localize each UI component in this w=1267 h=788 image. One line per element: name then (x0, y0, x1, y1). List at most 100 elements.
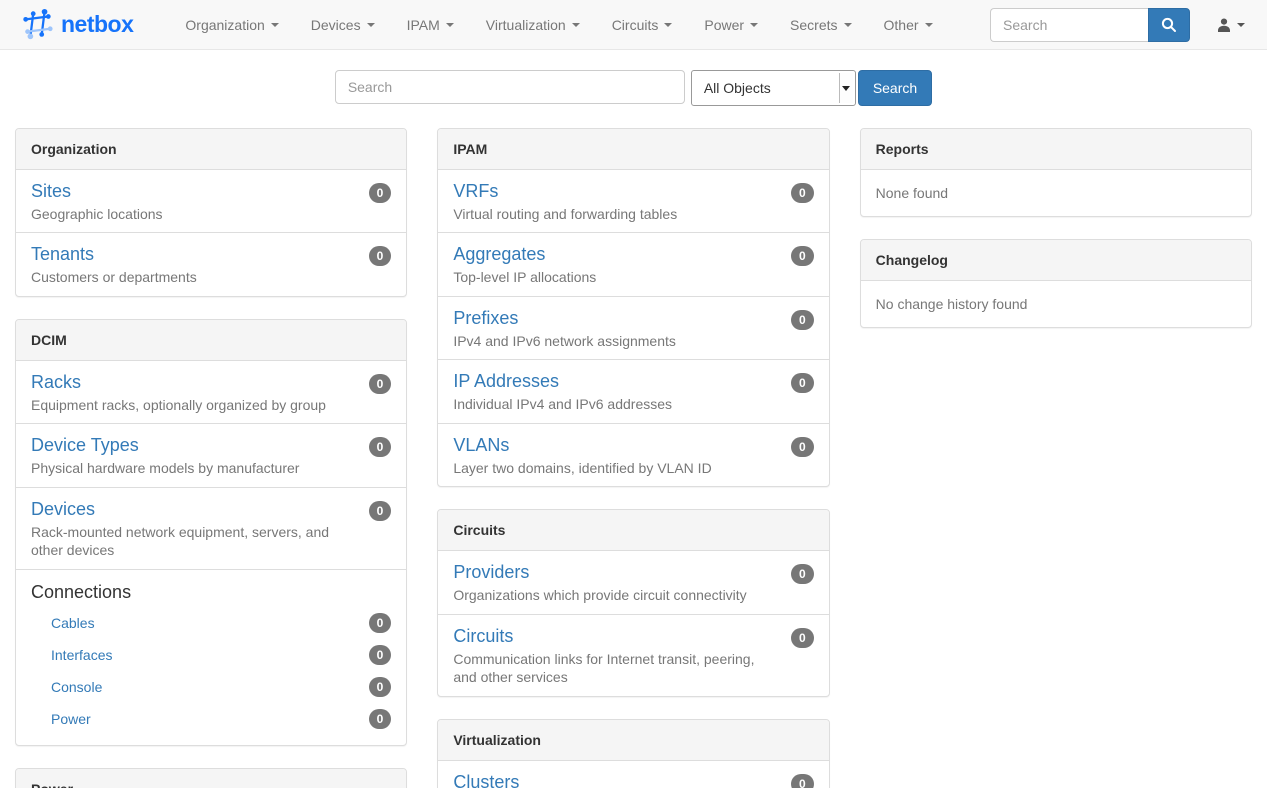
navbar-search-button[interactable] (1148, 8, 1190, 42)
device-types-link[interactable]: Device Types (31, 435, 139, 456)
top-navbar: netbox Organization Devices IPAM Virtual… (0, 0, 1267, 50)
object-type-select[interactable]: All Objects (691, 70, 856, 106)
panel-organization: Organization Sites 0 Geographic location… (15, 128, 407, 297)
main-menu: Organization Devices IPAM Virtualization… (169, 0, 948, 49)
item-description: Rack-mounted network equipment, servers,… (31, 523, 351, 560)
list-item-ip-addresses: IP Addresses 0 Individual IPv4 and IPv6 … (438, 359, 828, 422)
select-arrow-icon (839, 73, 853, 103)
chevron-down-icon (367, 23, 375, 27)
list-item-vlans: VLANs 0 Layer two domains, identified by… (438, 423, 828, 486)
panel-virtualization: Virtualization Clusters 0 (437, 719, 829, 788)
interfaces-link[interactable]: Interfaces (51, 647, 112, 663)
count-badge: 0 (369, 613, 392, 633)
user-menu[interactable] (1206, 17, 1255, 33)
list-item-cables: Cables 0 (16, 607, 406, 639)
user-icon (1216, 17, 1232, 33)
nav-item-secrets[interactable]: Secrets (774, 0, 867, 49)
circuits-link[interactable]: Circuits (453, 626, 513, 647)
nav-item-virtualization[interactable]: Virtualization (470, 0, 596, 49)
item-description: IPv4 and IPv6 network assignments (453, 332, 773, 350)
reports-empty-message: None found (861, 170, 1251, 216)
item-description: Virtual routing and forwarding tables (453, 205, 773, 223)
nav-item-other[interactable]: Other (868, 0, 949, 49)
object-type-selected-value: All Objects (704, 80, 771, 96)
list-item-clusters: Clusters 0 (438, 761, 828, 788)
chevron-down-icon (664, 23, 672, 27)
count-badge: 0 (369, 677, 392, 697)
chevron-down-icon (271, 23, 279, 27)
panel-header: Organization (16, 129, 406, 170)
count-badge: 0 (369, 437, 392, 457)
count-badge: 0 (369, 246, 392, 266)
navbar-search-group (990, 8, 1190, 42)
item-description: Layer two domains, identified by VLAN ID (453, 459, 773, 477)
count-badge: 0 (369, 709, 392, 729)
list-item-device-types: Device Types 0 Physical hardware models … (16, 423, 406, 486)
panel-changelog: Changelog No change history found (860, 239, 1252, 328)
count-badge: 0 (791, 246, 814, 266)
prefixes-link[interactable]: Prefixes (453, 308, 518, 329)
panel-power: Power (15, 768, 407, 788)
count-badge: 0 (369, 645, 392, 665)
tenants-link[interactable]: Tenants (31, 244, 94, 265)
sites-link[interactable]: Sites (31, 181, 71, 202)
panel-header: Circuits (438, 510, 828, 551)
count-badge: 0 (369, 183, 392, 203)
global-search-button[interactable]: Search (858, 70, 932, 106)
column-right: Reports None found Changelog No change h… (860, 128, 1252, 350)
global-search-bar: All Objects Search (0, 70, 1267, 106)
console-link[interactable]: Console (51, 679, 102, 695)
item-description: Customers or departments (31, 268, 351, 286)
nav-item-power[interactable]: Power (688, 0, 774, 49)
chevron-down-icon (750, 23, 758, 27)
devices-link[interactable]: Devices (31, 499, 95, 520)
item-description: Geographic locations (31, 205, 351, 223)
count-badge: 0 (369, 374, 392, 394)
list-item-racks: Racks 0 Equipment racks, optionally orga… (16, 361, 406, 423)
panel-ipam: IPAM VRFs 0 Virtual routing and forwardi… (437, 128, 829, 487)
column-left: Organization Sites 0 Geographic location… (15, 128, 407, 788)
panel-header: Changelog (861, 240, 1251, 281)
list-item-interfaces: Interfaces 0 (16, 639, 406, 671)
list-item-prefixes: Prefixes 0 IPv4 and IPv6 network assignm… (438, 296, 828, 359)
list-item-aggregates: Aggregates 0 Top-level IP allocations (438, 232, 828, 295)
cables-link[interactable]: Cables (51, 615, 95, 631)
navbar-search-input[interactable] (990, 8, 1148, 42)
column-middle: IPAM VRFs 0 Virtual routing and forwardi… (437, 128, 829, 788)
panel-reports: Reports None found (860, 128, 1252, 217)
list-item-tenants: Tenants 0 Customers or departments (16, 232, 406, 295)
count-badge: 0 (791, 437, 814, 457)
list-item-circuits: Circuits 0 Communication links for Inter… (438, 614, 828, 696)
search-icon (1161, 17, 1177, 33)
netbox-logo-icon (20, 8, 54, 42)
nav-item-ipam[interactable]: IPAM (391, 0, 470, 49)
nav-item-organization[interactable]: Organization (169, 0, 294, 49)
power-connections-link[interactable]: Power (51, 711, 91, 727)
global-search-input[interactable] (335, 70, 685, 104)
list-item-vrfs: VRFs 0 Virtual routing and forwarding ta… (438, 170, 828, 232)
panel-header: Virtualization (438, 720, 828, 761)
chevron-down-icon (446, 23, 454, 27)
item-description: Communication links for Internet transit… (453, 650, 773, 687)
vlans-link[interactable]: VLANs (453, 435, 509, 456)
dashboard-grid: Organization Sites 0 Geographic location… (0, 128, 1267, 788)
count-badge: 0 (791, 310, 814, 330)
count-badge: 0 (791, 373, 814, 393)
list-item-sites: Sites 0 Geographic locations (16, 170, 406, 232)
netbox-brand[interactable]: netbox (12, 0, 141, 49)
aggregates-link[interactable]: Aggregates (453, 244, 545, 265)
item-description: Physical hardware models by manufacturer (31, 459, 351, 477)
panel-circuits: Circuits Providers 0 Organizations which… (437, 509, 829, 696)
clusters-link[interactable]: Clusters (453, 772, 519, 788)
navbar-right (990, 0, 1255, 49)
providers-link[interactable]: Providers (453, 562, 529, 583)
vrfs-link[interactable]: VRFs (453, 181, 498, 202)
count-badge: 0 (791, 628, 814, 648)
nav-item-devices[interactable]: Devices (295, 0, 391, 49)
ip-addresses-link[interactable]: IP Addresses (453, 371, 559, 392)
racks-link[interactable]: Racks (31, 372, 81, 393)
item-description: Individual IPv4 and IPv6 addresses (453, 395, 773, 413)
nav-item-circuits[interactable]: Circuits (596, 0, 689, 49)
count-badge: 0 (369, 501, 392, 521)
connections-heading: Connections (16, 578, 406, 607)
